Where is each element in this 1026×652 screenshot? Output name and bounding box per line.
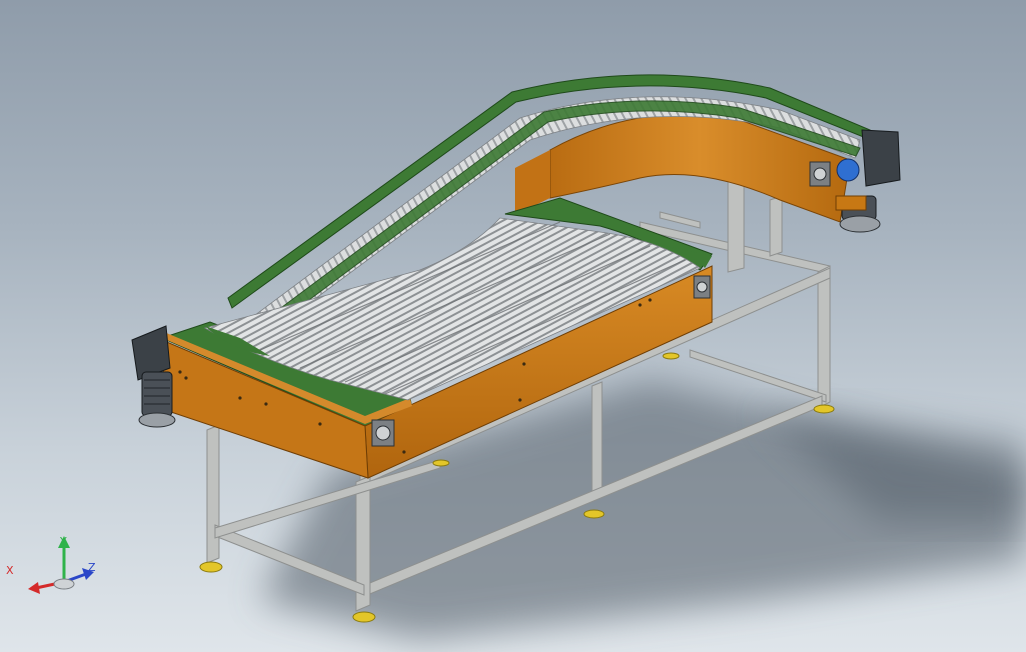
conveyor-model[interactable] [0, 0, 1026, 652]
z-axis-label: Z [88, 561, 96, 574]
cad-viewport[interactable]: X Y Z [0, 0, 1026, 652]
y-axis-label: Y [60, 535, 67, 548]
x-axis-label: X [6, 564, 14, 577]
